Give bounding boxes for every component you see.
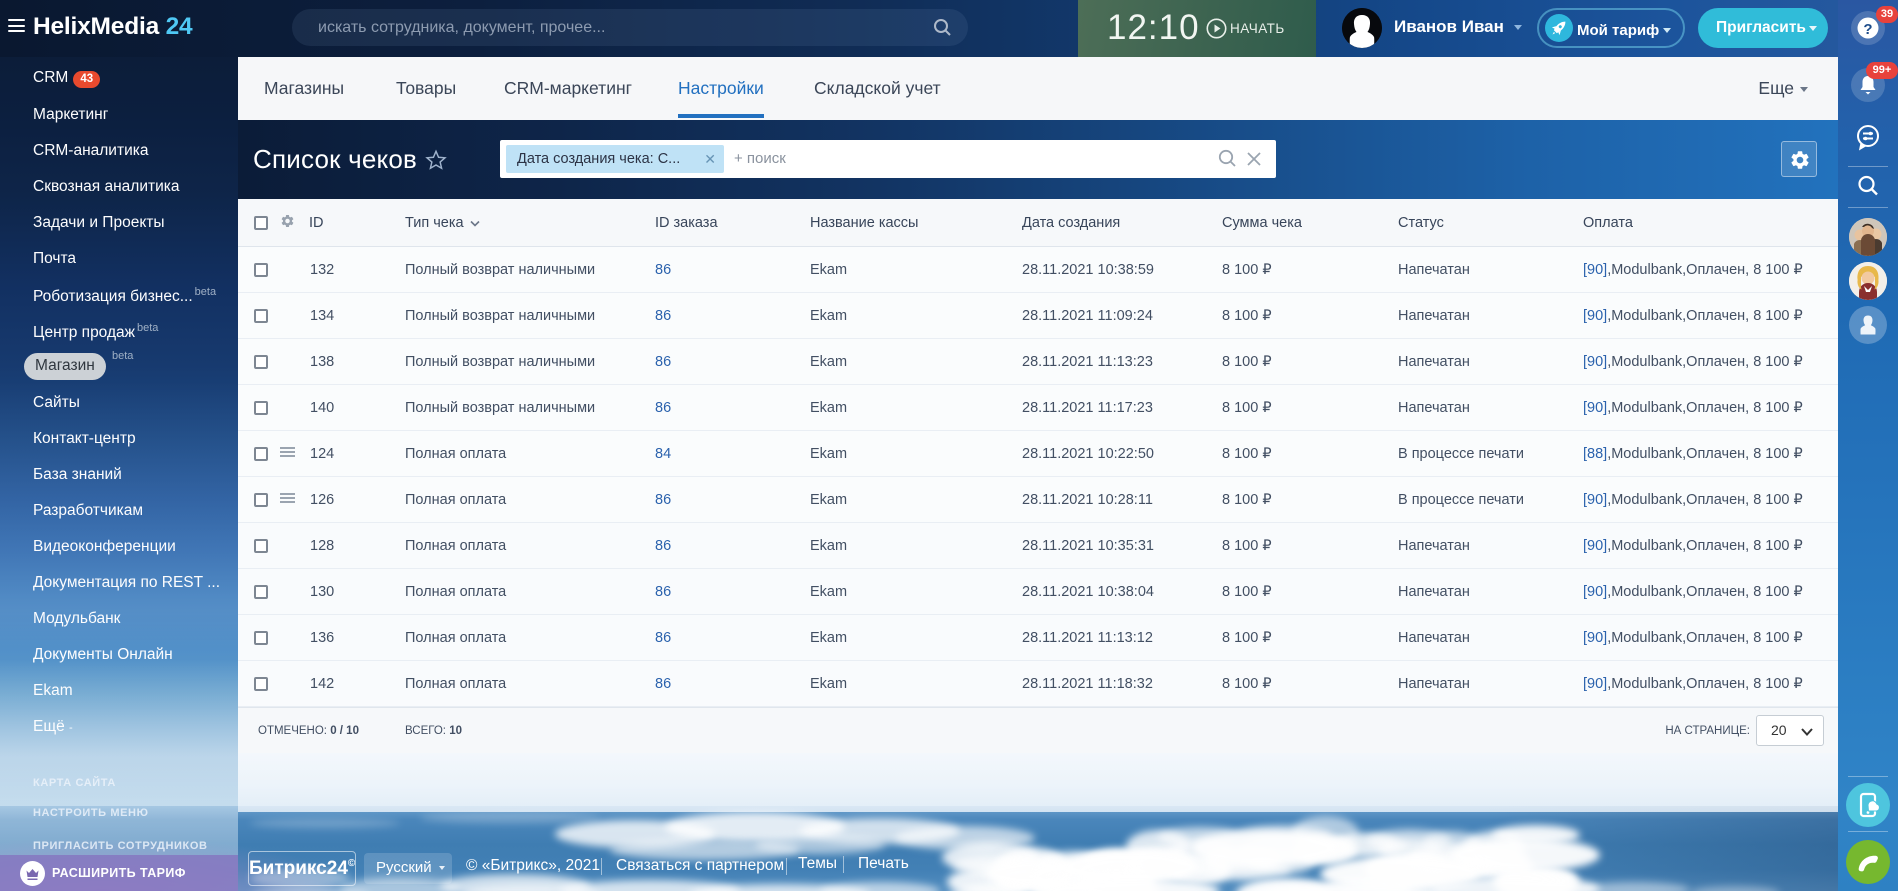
- svg-text:?: ?: [1863, 21, 1872, 38]
